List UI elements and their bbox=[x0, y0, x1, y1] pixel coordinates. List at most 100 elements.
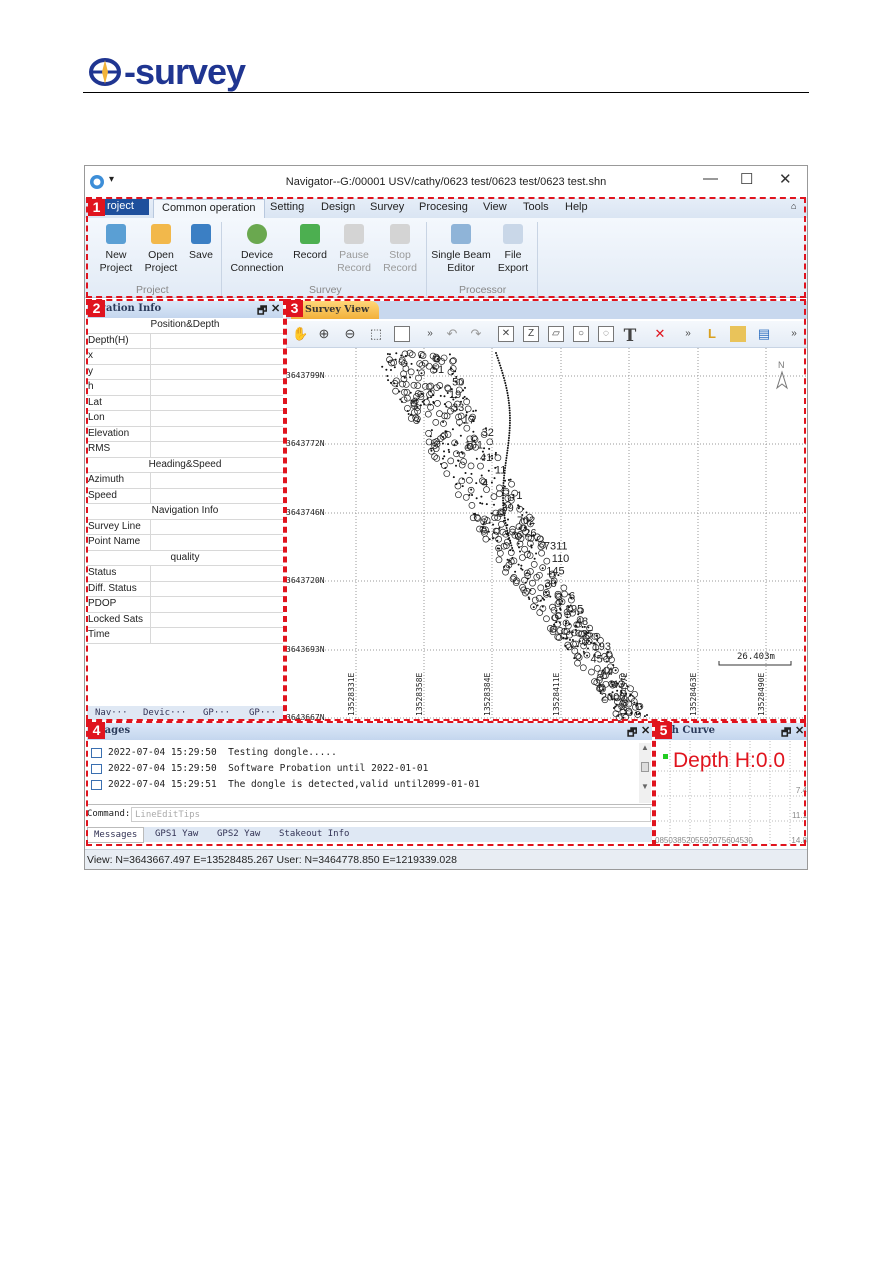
track-point bbox=[509, 542, 512, 544]
track-point bbox=[505, 387, 508, 389]
tab-common-operation[interactable]: Common operation bbox=[153, 199, 265, 218]
redo-icon[interactable]: ↷ bbox=[468, 326, 484, 342]
survey-point bbox=[582, 650, 585, 653]
file-info-icon[interactable]: ▤ bbox=[756, 326, 772, 342]
more-icon[interactable]: » bbox=[680, 326, 696, 342]
more-icon[interactable]: » bbox=[786, 326, 802, 342]
tab-gps2-yaw[interactable]: GPS2 Yaw bbox=[217, 829, 260, 839]
tab-messages[interactable]: Messages bbox=[87, 827, 145, 843]
clear-icon[interactable]: ✕ bbox=[652, 326, 668, 342]
circle-icon[interactable]: ○ bbox=[573, 326, 589, 342]
tab-device[interactable]: Devic··· bbox=[143, 708, 186, 718]
survey-point bbox=[530, 546, 533, 549]
track-point bbox=[508, 404, 511, 407]
zoom-out-icon[interactable]: ⊖ bbox=[342, 326, 358, 342]
survey-point bbox=[474, 409, 477, 412]
pause-record-button[interactable]: Pause Record bbox=[336, 224, 372, 275]
row-label: y bbox=[87, 364, 151, 379]
zoom-window-icon[interactable]: ⬚ bbox=[368, 326, 384, 342]
track-point bbox=[508, 412, 511, 414]
file-export-button[interactable]: File Export bbox=[495, 224, 531, 275]
track-point bbox=[510, 544, 513, 547]
track-point bbox=[507, 442, 510, 444]
survey-point bbox=[502, 568, 509, 576]
scrollbar[interactable]: ▲ ▼ bbox=[639, 743, 651, 803]
track-point bbox=[500, 369, 503, 372]
tab-survey-view[interactable]: Survey View bbox=[291, 301, 379, 319]
more-icon[interactable]: » bbox=[422, 326, 438, 342]
survey-point bbox=[517, 542, 520, 545]
northing-label: 3643772N bbox=[286, 439, 325, 448]
header-rule bbox=[83, 92, 809, 93]
maximize-button[interactable]: ☐ bbox=[740, 170, 753, 188]
text-icon[interactable]: T bbox=[622, 326, 638, 346]
track-point bbox=[508, 422, 511, 424]
track-point bbox=[508, 539, 511, 542]
close-panel-icon[interactable]: ✕ bbox=[271, 302, 280, 315]
tab-stakeout-info[interactable]: Stakeout Info bbox=[279, 829, 349, 839]
tab-design[interactable]: Design bbox=[321, 201, 355, 213]
area-icon[interactable] bbox=[730, 326, 746, 342]
table-row: Speed bbox=[87, 488, 283, 504]
track-point bbox=[507, 437, 510, 439]
close-panel-icon[interactable]: ✕ bbox=[795, 724, 804, 737]
command-input[interactable]: LineEditTips bbox=[131, 807, 651, 822]
survey-point bbox=[575, 654, 583, 661]
row-label: Status bbox=[87, 566, 151, 581]
survey-point bbox=[492, 503, 495, 506]
new-project-button[interactable]: New Project bbox=[99, 224, 133, 275]
arc-icon[interactable]: ◌ bbox=[598, 326, 614, 342]
track-point bbox=[503, 514, 506, 517]
survey-point bbox=[453, 443, 456, 446]
survey-point bbox=[417, 351, 425, 358]
polygon-icon[interactable]: ▱ bbox=[548, 326, 564, 342]
survey-point bbox=[513, 532, 516, 535]
tab-tools[interactable]: Tools bbox=[523, 201, 549, 213]
legend-marker bbox=[663, 754, 668, 759]
survey-point bbox=[445, 401, 452, 408]
tab-gps2[interactable]: GP··· bbox=[249, 708, 276, 718]
track-point bbox=[508, 429, 511, 432]
survey-point bbox=[491, 537, 494, 540]
open-project-button[interactable]: Open Project bbox=[143, 224, 179, 275]
device-connection-button[interactable]: Device Connection bbox=[227, 224, 287, 275]
zoom-in-icon[interactable]: ⊕ bbox=[316, 326, 332, 342]
close-button[interactable]: ✕ bbox=[779, 170, 792, 188]
polyline-z-icon[interactable]: Z bbox=[523, 326, 539, 342]
close-panel-icon[interactable]: ✕ bbox=[641, 724, 650, 737]
single-beam-editor-button[interactable]: Single Beam Editor bbox=[431, 224, 491, 275]
point-label: 101 bbox=[465, 440, 483, 452]
track-point bbox=[498, 362, 501, 364]
survey-point bbox=[541, 605, 544, 608]
depth-label: Depth H:0.0 bbox=[673, 749, 785, 772]
track-point bbox=[511, 549, 514, 552]
tab-setting[interactable]: Setting bbox=[270, 201, 304, 213]
record-icon bbox=[300, 224, 320, 244]
survey-point bbox=[392, 387, 399, 395]
tab-help[interactable]: Help bbox=[565, 201, 588, 213]
measure-icon[interactable]: L bbox=[704, 326, 720, 342]
undo-icon[interactable]: ↶ bbox=[444, 326, 460, 342]
minimize-button[interactable]: — bbox=[703, 170, 718, 187]
track-point bbox=[502, 489, 505, 492]
tab-gps1[interactable]: GP··· bbox=[203, 708, 230, 718]
row-label: RMS bbox=[87, 442, 151, 457]
survey-map[interactable]: 13528331E 13528358E 13528384E 13528411E 1352… bbox=[286, 348, 807, 721]
tab-survey[interactable]: Survey bbox=[370, 201, 404, 213]
delete-x-icon[interactable]: ✕ bbox=[498, 326, 514, 342]
zoom-extent-icon[interactable] bbox=[394, 326, 410, 342]
tab-procesing[interactable]: Procesing bbox=[419, 201, 468, 213]
stop-record-button[interactable]: Stop Record bbox=[382, 224, 418, 275]
tab-view[interactable]: View bbox=[483, 201, 507, 213]
tab-nav[interactable]: Nav··· bbox=[95, 708, 128, 718]
survey-point bbox=[385, 368, 388, 371]
pan-hand-icon[interactable]: ✋ bbox=[292, 326, 308, 342]
survey-point bbox=[615, 703, 618, 706]
record-button[interactable]: Record bbox=[292, 224, 328, 262]
collapse-ribbon-icon[interactable]: ⌂ bbox=[791, 201, 796, 211]
tab-gps1-yaw[interactable]: GPS1 Yaw bbox=[155, 829, 198, 839]
save-button[interactable]: Save bbox=[186, 224, 216, 262]
single-beam-editor-icon bbox=[451, 224, 471, 244]
section-header: quality bbox=[87, 551, 283, 566]
navigation-info-header: gation Info 🗗 ✕ bbox=[87, 301, 283, 318]
